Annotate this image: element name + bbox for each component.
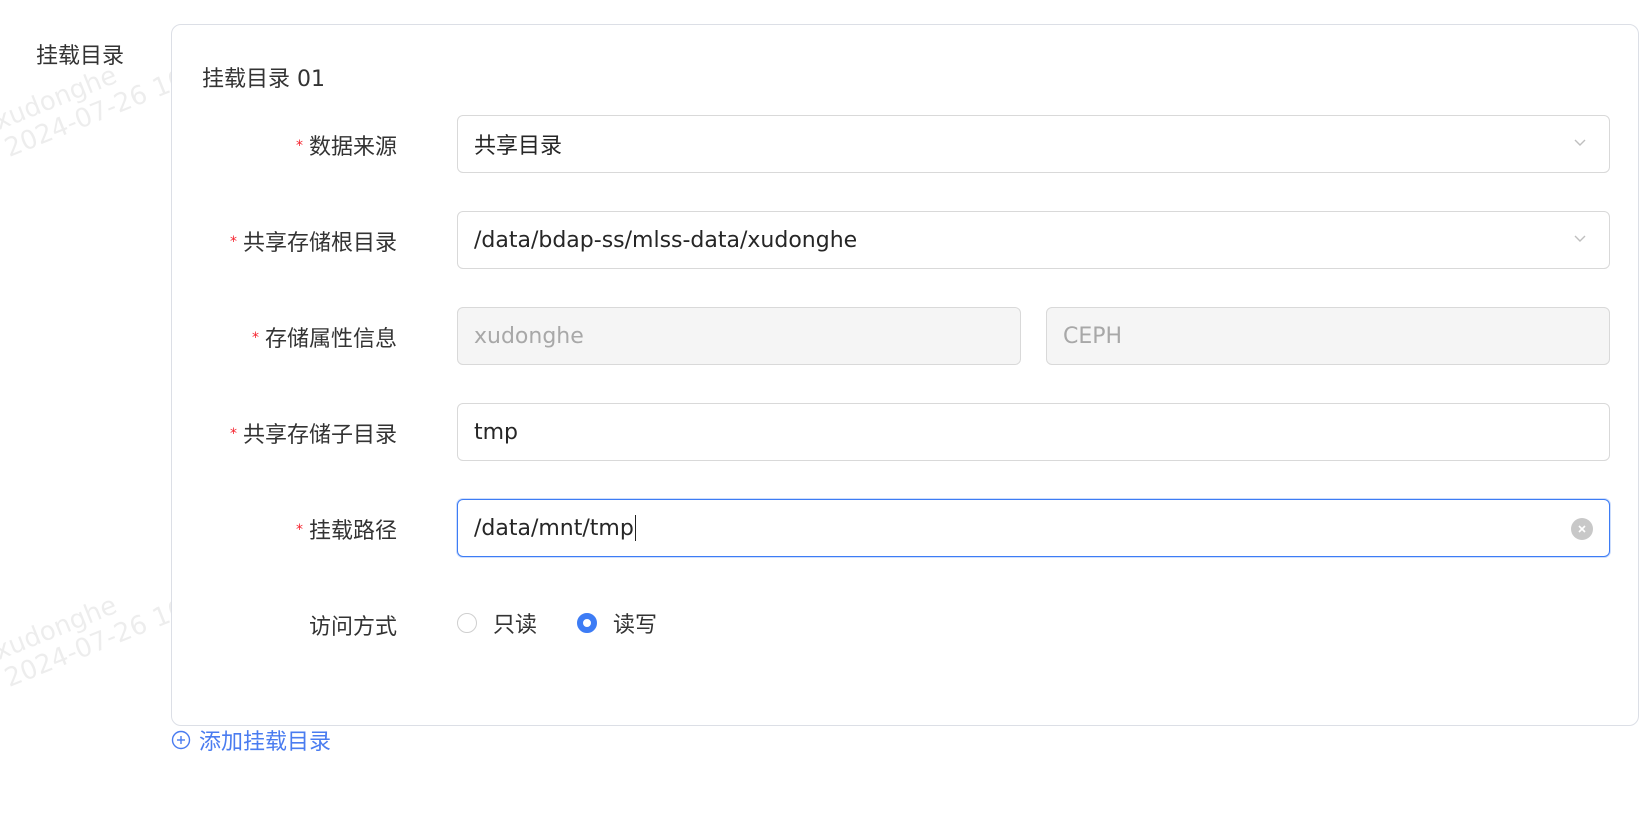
text-cursor	[634, 515, 637, 541]
chevron-down-icon	[1574, 139, 1586, 146]
storage-type-input: CEPH	[1046, 307, 1610, 365]
add-mount-directory-button[interactable]: 添加挂载目录	[171, 724, 331, 756]
storage-root-value: /data/bdap-ss/mlss-data/xudonghe	[474, 227, 858, 253]
mount-directory-card: 挂载目录 01 * 数据来源 共享目录 * 共享存储根目录 /data/bdap-s…	[171, 24, 1639, 726]
storage-root-select[interactable]: /data/bdap-ss/mlss-data/xudonghe	[457, 211, 1610, 269]
mount-directory-form: xudonghe 2024-07-26 10:31 xudonghe 2024-…	[0, 0, 1644, 816]
required-mark: *	[295, 522, 303, 538]
data-source-label: * 数据来源	[295, 135, 397, 160]
mount-path-label: * 挂载路径	[295, 519, 397, 544]
storage-user-input: xudonghe	[457, 307, 1021, 365]
clear-icon[interactable]	[1571, 518, 1593, 540]
mount-path-input[interactable]: /data/mnt/tmp	[457, 499, 1610, 557]
access-mode-label: 访问方式	[308, 615, 397, 640]
data-source-value: 共享目录	[474, 134, 563, 159]
radio-label: 读写	[613, 613, 658, 638]
storage-attr-label: * 存储属性信息	[251, 327, 397, 352]
section-label: 挂载目录	[36, 44, 125, 69]
storage-root-label: * 共享存储根目录	[229, 231, 397, 256]
storage-user-value: xudonghe	[474, 323, 584, 349]
storage-subdir-input[interactable]: tmp	[457, 403, 1610, 461]
radio-readwrite[interactable]: 读写	[577, 607, 657, 639]
storage-type-value: CEPH	[1063, 323, 1123, 349]
storage-subdir-label: * 共享存储子目录	[229, 423, 397, 448]
access-mode-radio-group: 只读 读写	[457, 607, 697, 639]
required-mark: *	[229, 234, 237, 250]
radio-readonly[interactable]: 只读	[457, 607, 537, 639]
plus-circle-icon	[171, 730, 191, 750]
radio-button-checked[interactable]	[577, 613, 598, 633]
required-mark: *	[295, 138, 303, 154]
required-mark: *	[251, 330, 259, 346]
mount-path-value: /data/mnt/tmp	[474, 515, 634, 541]
storage-subdir-value: tmp	[474, 419, 519, 445]
required-mark: *	[229, 426, 237, 442]
radio-label: 只读	[493, 613, 538, 638]
add-mount-directory-label: 添加挂载目录	[199, 730, 332, 755]
chevron-down-icon	[1574, 235, 1586, 242]
radio-button[interactable]	[457, 613, 477, 633]
card-title: 挂载目录 01	[202, 67, 325, 92]
data-source-select[interactable]: 共享目录	[457, 115, 1610, 173]
